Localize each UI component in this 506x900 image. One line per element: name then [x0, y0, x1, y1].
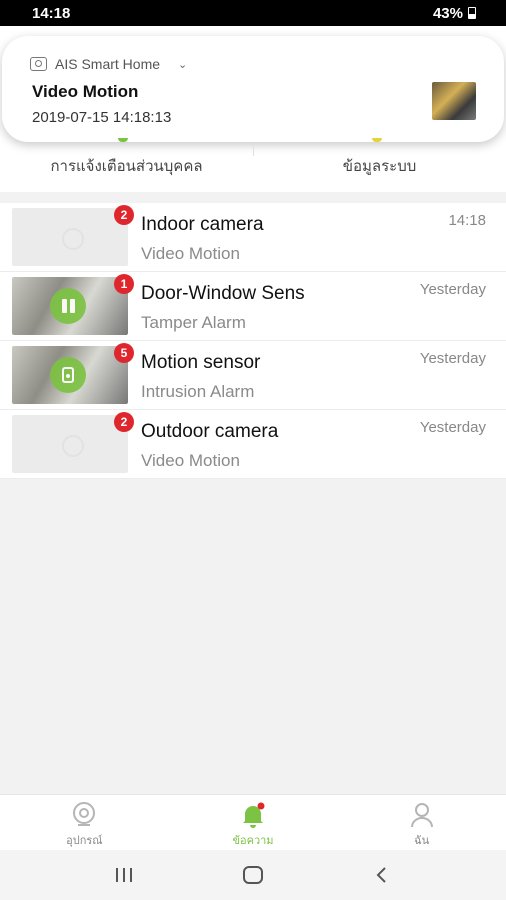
message-title: Outdoor camera: [141, 421, 279, 442]
back-button[interactable]: [362, 860, 402, 890]
app-icon: [30, 57, 47, 71]
nav-messages[interactable]: ข้อความ: [169, 795, 338, 850]
message-time: Yesterday: [419, 419, 486, 436]
camera-thumbnail: [12, 415, 128, 473]
notification-app-row: AIS Smart Home ⌄: [30, 56, 187, 72]
status-bar: 14:18 43%: [0, 0, 506, 26]
system-nav-bar: [0, 850, 506, 900]
unread-badge: 5: [114, 343, 134, 363]
camera-thumbnail: [12, 208, 128, 266]
message-time: Yesterday: [419, 281, 486, 298]
list-item[interactable]: 1 Door-Window Sens Tamper Alarm Yesterda…: [0, 272, 506, 341]
nav-label: ข้อความ: [232, 835, 274, 847]
unread-badge: 1: [114, 274, 134, 294]
tab-system-info[interactable]: ข้อมูลระบบ: [253, 140, 506, 192]
list-item[interactable]: 2 Indoor camera Video Motion 14:18: [0, 203, 506, 272]
home-icon: [242, 866, 263, 884]
notification-popup[interactable]: AIS Smart Home ⌄ Video Motion 2019-07-15…: [2, 36, 504, 142]
camera-icon: [73, 802, 96, 826]
message-subtitle: Tamper Alarm: [141, 313, 246, 332]
battery-indicator: 43%: [433, 5, 476, 22]
message-subtitle: Video Motion: [141, 244, 240, 263]
message-title: Indoor camera: [141, 214, 264, 235]
notification-app-name: AIS Smart Home: [55, 56, 161, 72]
recent-apps-icon: [116, 868, 133, 882]
status-time: 14:18: [32, 4, 71, 22]
notification-timestamp: 2019-07-15 14:18:13: [32, 109, 172, 126]
battery-percent: 43%: [432, 4, 463, 22]
person-icon: [410, 803, 433, 828]
nav-me[interactable]: ฉัน: [337, 795, 506, 850]
message-time: Yesterday: [419, 350, 486, 367]
unread-badge: 2: [114, 412, 134, 432]
notification-title: Video Motion: [32, 82, 139, 101]
motion-sensor-thumbnail: [12, 346, 128, 404]
unread-badge: 2: [114, 205, 134, 225]
bottom-nav: อุปกรณ์ ข้อความ ฉัน: [0, 794, 506, 850]
nav-devices[interactable]: อุปกรณ์: [0, 795, 169, 850]
message-subtitle: Video Motion: [141, 451, 240, 470]
tab-divider: [253, 142, 254, 156]
back-icon: [376, 867, 386, 883]
nav-label: ฉัน: [414, 835, 430, 847]
tab-personal-notifications[interactable]: การแจ้งเตือนส่วนบุคคล: [0, 140, 253, 192]
list-item[interactable]: 5 Motion sensor Intrusion Alarm Yesterda…: [0, 341, 506, 410]
chevron-down-icon[interactable]: ⌄: [178, 58, 187, 71]
nav-label: อุปกรณ์: [66, 835, 103, 847]
home-button[interactable]: [233, 860, 273, 890]
bell-icon: [243, 802, 265, 828]
notification-thumbnail: [432, 82, 476, 120]
list-item[interactable]: 2 Outdoor camera Video Motion Yesterday: [0, 410, 506, 479]
message-subtitle: Intrusion Alarm: [141, 382, 255, 401]
message-title: Motion sensor: [141, 352, 261, 373]
door-sensor-thumbnail: [12, 277, 128, 335]
message-list: 2 Indoor camera Video Motion 14:18 1 Doo…: [0, 203, 506, 479]
message-time: 14:18: [448, 212, 486, 229]
recent-apps-button[interactable]: [104, 860, 144, 890]
motion-sensor-icon: [50, 357, 86, 393]
battery-icon: [468, 7, 476, 19]
message-title: Door-Window Sens: [141, 283, 305, 304]
door-sensor-icon: [50, 288, 86, 324]
